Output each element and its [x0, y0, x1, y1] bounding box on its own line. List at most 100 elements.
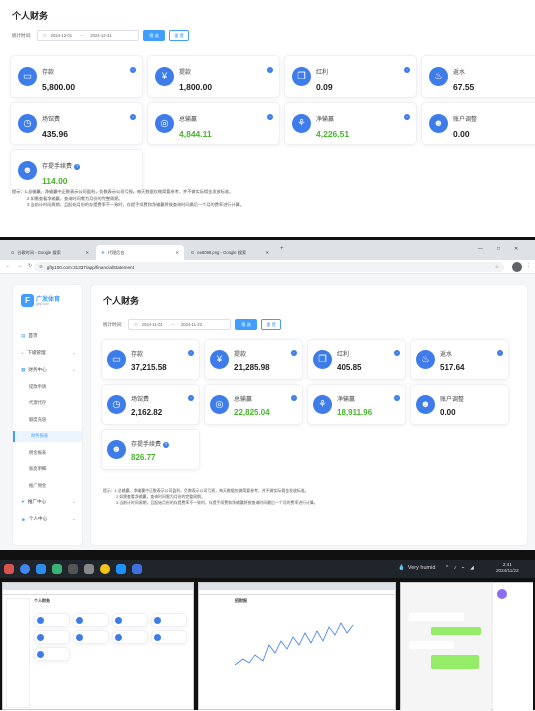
stat-card-account-adjust[interactable]: ☻ 账户调整 0.00 — [410, 384, 509, 425]
note-line-3: 3.当前计时间周期，且起始月份的存提费率不一致时，存提手续费和净输赢将按查询时间… — [27, 202, 245, 207]
stat-card-withdraw[interactable]: ¥ 提款 1,800.00 › — [147, 55, 280, 98]
sidebar-item-4[interactable]: 代理代存 — [13, 398, 82, 409]
info-icon[interactable]: › — [267, 114, 273, 120]
sidebar-item-2[interactable]: ▦ 财务中心 ⌄ — [13, 364, 82, 375]
help-icon[interactable]: ? — [163, 441, 170, 448]
nav-buttons: ← → ↻ — [6, 263, 32, 269]
menu-icon[interactable]: ⋮ — [526, 263, 531, 269]
info-icon[interactable]: › — [130, 67, 136, 73]
wechat-icon[interactable] — [52, 564, 62, 574]
thumb-card-icon — [37, 617, 44, 624]
sidebar-item-label: 账变明细 — [29, 466, 47, 471]
sidebar-item-6[interactable]: 财务报表 — [13, 430, 82, 442]
tab-google-image[interactable]: G ee8098.png - Google 搜索 ✕ — [186, 245, 274, 260]
help-icon[interactable]: ? — [74, 163, 81, 170]
stat-card-withdraw[interactable]: ¥ 提款 21,285.98 › — [204, 339, 303, 380]
info-icon[interactable]: › — [130, 114, 136, 120]
deposit-icon: ▭ — [18, 67, 37, 86]
forward-icon[interactable]: → — [17, 263, 22, 269]
sidebar-item-10[interactable]: ➤ 推广中心 ⌄ — [13, 497, 82, 508]
system-tray[interactable]: ^ ♪ ⌁ ◢ — [446, 565, 476, 571]
clock[interactable]: 2:41 2024/11/22 — [496, 562, 519, 574]
stat-card-fee[interactable]: ☻ 存提手续费? 114.00 — [10, 149, 143, 192]
thumb-sidebar — [6, 598, 30, 708]
info-icon[interactable]: › — [267, 67, 273, 73]
app-icon[interactable] — [36, 564, 46, 574]
stat-label: 存提手续费? — [131, 441, 170, 448]
stat-card-venue-fee[interactable]: ◷ 场馆费 435.96 › — [10, 102, 143, 145]
close-tab-icon[interactable]: ✕ — [175, 250, 179, 255]
filter-button[interactable]: 筛 选 — [235, 319, 257, 330]
tab-agent-backend[interactable]: ❖ 代理后台 ✕ — [96, 245, 184, 260]
address-bar[interactable]: ⊜ gfty100.com:31337/app/financialStateme… — [34, 262, 504, 272]
filter-button[interactable]: 筛 选 — [143, 30, 165, 41]
reload-icon[interactable]: ↻ — [28, 263, 32, 269]
app-icon[interactable] — [132, 564, 142, 574]
net-winloss-icon: ⚘ — [313, 395, 332, 414]
total-winloss-icon: ◎ — [210, 395, 229, 414]
minimize-button[interactable]: — — [478, 246, 483, 252]
sidebar-item-3[interactable]: 提款申请 — [13, 381, 82, 392]
stat-card-fee[interactable]: ☻ 存提手续费? 826.77 — [101, 429, 200, 470]
stat-card-bonus[interactable]: ❐ 红利 0.09 › — [284, 55, 417, 98]
notes-title: 提示： — [103, 488, 115, 493]
close-tab-icon[interactable]: ✕ — [85, 250, 89, 255]
thumbnail-chat[interactable] — [400, 582, 533, 711]
chrome-icon[interactable] — [20, 564, 30, 574]
weather[interactable]: 💧 Very humid — [398, 565, 435, 571]
info-icon[interactable]: › — [291, 395, 297, 401]
star-icon[interactable]: ☆ — [495, 264, 499, 270]
sidebar-item-8[interactable]: 账变明细 — [13, 464, 82, 475]
stat-card-bonus[interactable]: ❐ 红利 405.85 › — [307, 339, 406, 380]
date-range-input[interactable]: ◷ 2024-11-01 — 2024-11-22 — [128, 319, 231, 330]
sidebar-item-1[interactable]: ⛬ 下级管理 ⌄ — [13, 347, 82, 358]
info-icon[interactable]: › — [404, 114, 410, 120]
stat-card-net-winloss[interactable]: ⚘ 净输赢 18,911.96 › — [307, 384, 406, 425]
thumb-card — [112, 613, 148, 627]
stat-card-rebate[interactable]: ♨ 返水 517.64 › — [410, 339, 509, 380]
app-icon[interactable] — [4, 564, 14, 574]
app-icon[interactable] — [68, 564, 78, 574]
stat-card-deposit[interactable]: ▭ 存款 5,800.00 › — [10, 55, 143, 98]
site-info-icon[interactable]: ⊜ — [39, 264, 43, 270]
stat-label: 返水 — [440, 352, 453, 358]
stat-value: 4,226.51 — [316, 129, 350, 139]
reset-button[interactable]: 重 置 — [261, 319, 281, 330]
info-icon[interactable]: › — [394, 395, 400, 401]
stat-label: 返水 — [453, 70, 466, 76]
stat-card-total-winloss[interactable]: ◎ 总输赢 22,825.04 › — [204, 384, 303, 425]
stat-card-account-adjust[interactable]: ☻ 账户调整 0.00 — [421, 102, 535, 145]
sidebar-item-0[interactable]: ▤ 首页 — [13, 330, 82, 341]
sidebar-item-5[interactable]: 额度充值 — [13, 414, 82, 425]
info-icon[interactable]: › — [291, 350, 297, 356]
close-window-button[interactable]: ✕ — [514, 246, 518, 252]
maximize-button[interactable]: □ — [497, 246, 500, 252]
back-icon[interactable]: ← — [6, 263, 11, 269]
thumbnail-finance[interactable]: 个人财务 — [2, 582, 194, 710]
app-icon[interactable] — [84, 564, 94, 574]
info-icon[interactable]: › — [497, 350, 503, 356]
date-range-input[interactable]: ◷ 2024-12-01 — 2024-12-31 — [37, 30, 139, 41]
close-tab-icon[interactable]: ✕ — [265, 250, 269, 255]
stat-card-deposit[interactable]: ▭ 存款 37,215.58 › — [101, 339, 200, 380]
tab-google-time[interactable]: G 谷歌时间 - Google 搜索 ✕ — [6, 245, 94, 260]
sidebar-item-9[interactable]: 推广佣金 — [13, 480, 82, 491]
profile-icon[interactable] — [512, 262, 522, 272]
info-icon[interactable]: › — [188, 350, 194, 356]
info-icon[interactable]: › — [404, 67, 410, 73]
info-icon[interactable]: › — [394, 350, 400, 356]
info-icon[interactable]: › — [188, 395, 194, 401]
stat-card-total-winloss[interactable]: ◎ 总输赢 4,844.11 › — [147, 102, 280, 145]
thumbnail-chart[interactable]: 招财报 — [198, 582, 396, 710]
stat-card-venue-fee[interactable]: ◷ 场馆费 2,162.82 › — [101, 384, 200, 425]
new-tab-button[interactable]: + — [280, 246, 284, 252]
stat-card-net-winloss[interactable]: ⚘ 净输赢 4,226.51 › — [284, 102, 417, 145]
sidebar-item-7[interactable]: 佣金报表 — [13, 447, 82, 458]
app-icon[interactable] — [100, 564, 110, 574]
sidebar-item-11[interactable]: ☻ 个人中心 ⌄ — [13, 514, 82, 525]
chevron-down-icon: ⌄ — [72, 366, 76, 372]
fee-icon: ☻ — [18, 161, 37, 180]
app-icon[interactable] — [116, 564, 126, 574]
reset-button[interactable]: 重 置 — [169, 30, 189, 41]
stat-card-rebate[interactable]: ♨返水67.55› — [421, 55, 535, 98]
